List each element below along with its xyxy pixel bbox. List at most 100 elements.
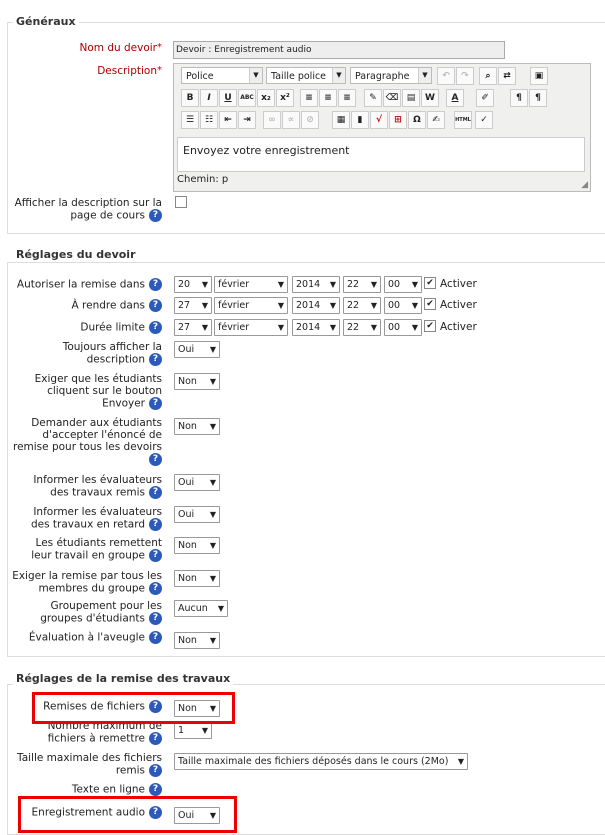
help-icon[interactable]: ? [149,353,162,366]
year-select-1[interactable]: 2014 ▼ [292,297,340,314]
help-icon[interactable]: ? [149,453,162,466]
max-files-select-value: 1 [178,725,185,736]
strikethrough-icon[interactable]: ABC [238,89,256,107]
hour-select-2[interactable]: 22 ▼ [343,319,381,336]
nolink-icon[interactable]: ⊘ [301,111,319,129]
month-select-1[interactable]: février ▼ [214,297,288,314]
setting-select-3[interactable]: Oui ▼ [174,474,220,491]
link-icon[interactable]: ∞ [263,111,281,129]
enable-checkbox-0[interactable]: ✔ [424,277,436,289]
help-icon[interactable]: ? [149,764,162,777]
help-icon[interactable]: ? [149,321,162,334]
minute-select-1[interactable]: 00 ▼ [384,297,422,314]
find-icon[interactable]: ⌕ [479,67,497,85]
resize-handle-icon[interactable]: ◢ [581,180,588,190]
max-size-select[interactable]: Taille maximale des fichiers déposés dan… [174,753,468,770]
description-text-area[interactable]: Envoyez votre enregistrement [177,137,585,172]
bullet-list-icon[interactable]: ☰ [181,111,199,129]
help-icon[interactable]: ? [149,631,162,644]
highlight-icon[interactable]: ✐ [476,89,494,107]
setting-select-1[interactable]: Non ▼ [174,373,220,390]
undo-icon[interactable]: ↶ [437,67,455,85]
help-icon[interactable]: ? [149,486,162,499]
indent-icon[interactable]: ⇥ [238,111,256,129]
superscript-icon[interactable]: x² [276,89,294,107]
ltr-icon[interactable]: ¶ [510,89,528,107]
month-select-2[interactable]: février ▼ [214,319,288,336]
align-right-icon[interactable]: ≡ [338,89,356,107]
year-select-2[interactable]: 2014 ▼ [292,319,340,336]
highlight-box-file-submissions [32,692,235,724]
help-icon[interactable]: ? [149,397,162,410]
font-size-select[interactable]: Taille police ▼ [266,67,346,84]
setting-select-2[interactable]: Non ▼ [174,418,220,435]
help-icon[interactable]: ? [149,278,162,291]
dropdown-arrow-icon: ▼ [411,323,418,332]
redo-icon[interactable]: ↷ [456,67,474,85]
dropdown-arrow-icon: ▼ [209,345,216,354]
html-icon[interactable]: HTML [454,111,472,129]
eraser-icon[interactable]: ⌫ [383,89,401,107]
paste-word-icon[interactable]: W [421,89,439,107]
table-icon[interactable]: ⊞ [389,111,407,129]
italic-icon[interactable]: I [200,89,218,107]
dropdown-arrow-icon: ▼ [209,636,216,645]
day-select-0[interactable]: 20 ▼ [174,276,212,293]
setting-select-7[interactable]: Aucun ▼ [174,600,228,617]
image-icon[interactable]: ▦ [332,111,350,129]
help-icon[interactable]: ? [149,582,162,595]
paste-text-icon[interactable]: ▤ [402,89,420,107]
dropdown-arrow-icon: ▼ [209,377,216,386]
subscript-icon[interactable]: x₂ [257,89,275,107]
bold-icon[interactable]: B [181,89,199,107]
dropdown-arrow-icon: ▼ [217,604,224,613]
minute-select-0[interactable]: 00 ▼ [384,276,422,293]
help-icon[interactable]: ? [149,612,162,625]
media-icon[interactable]: ▮ [351,111,369,129]
setting-select-5[interactable]: Non ▼ [174,537,220,554]
setting-select-7-value: Aucun [178,603,208,614]
month-select-0[interactable]: février ▼ [214,276,288,293]
hour-select-0[interactable]: 22 ▼ [343,276,381,293]
unlink-icon[interactable]: ∝ [282,111,300,129]
day-select-2[interactable]: 27 ▼ [174,319,212,336]
font-select[interactable]: Police ▼ [181,67,263,84]
day-select-2-value: 27 [178,322,191,333]
hour-select-1[interactable]: 22 ▼ [343,297,381,314]
name-input[interactable]: Devoir : Enregistrement audio [173,41,505,59]
numbered-list-icon[interactable]: ☷ [200,111,218,129]
show-description-checkbox[interactable] [175,196,187,208]
help-icon[interactable]: ? [149,299,162,312]
max-files-select[interactable]: 1 ▼ [174,722,212,739]
replace-icon[interactable]: ⇄ [498,67,516,85]
setting-select-6[interactable]: Non ▼ [174,570,220,587]
outdent-icon[interactable]: ⇤ [219,111,237,129]
help-icon[interactable]: ? [149,549,162,562]
submission-label-3-text: Texte en ligne [71,783,145,796]
format-select[interactable]: Paragraphe ▼ [350,67,432,84]
special-char-icon[interactable]: Ω [408,111,426,129]
align-left-icon[interactable]: ≡ [300,89,318,107]
clean-icon[interactable]: ✎ [364,89,382,107]
day-select-1[interactable]: 27 ▼ [174,297,212,314]
help-icon[interactable]: ? [149,783,162,796]
year-select-0[interactable]: 2014 ▼ [292,276,340,293]
align-center-icon[interactable]: ≡ [319,89,337,107]
minute-select-2[interactable]: 00 ▼ [384,319,422,336]
text-color-icon[interactable]: A [446,89,464,107]
spellcheck-icon[interactable]: ✓ [475,111,493,129]
enable-checkbox-2[interactable]: ✔ [424,320,436,332]
setting-select-0[interactable]: Oui ▼ [174,341,220,358]
help-icon[interactable]: ? [149,732,162,745]
enable-label-0: Activer [440,278,477,290]
edit-icon[interactable]: ✍ [427,111,445,129]
equation-icon[interactable]: √ [370,111,388,129]
setting-select-8[interactable]: Non ▼ [174,632,220,649]
help-icon[interactable]: ? [149,518,162,531]
fullscreen-icon[interactable]: ▣ [530,67,548,85]
enable-checkbox-1[interactable]: ✔ [424,298,436,310]
rtl-icon[interactable]: ¶ [529,89,547,107]
help-icon[interactable]: ? [149,209,162,222]
setting-select-4[interactable]: Oui ▼ [174,506,220,523]
underline-icon[interactable]: U [219,89,237,107]
